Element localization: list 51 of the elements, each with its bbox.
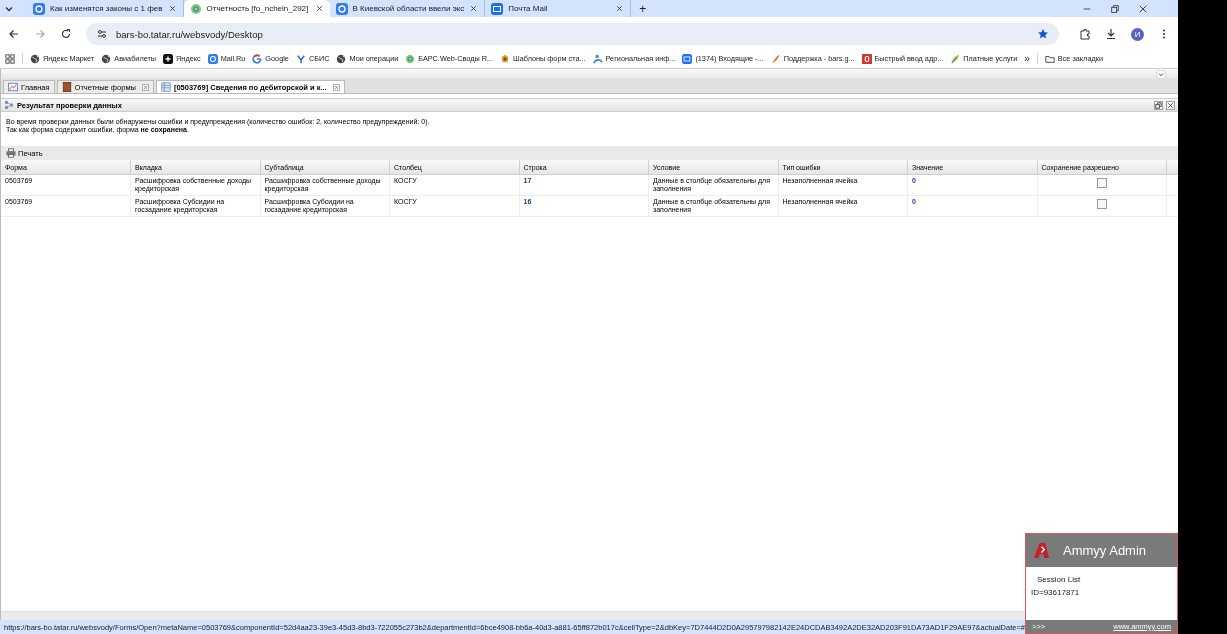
spreadsheet-icon — [160, 82, 171, 92]
globe-icon — [336, 53, 347, 64]
folder-icon — [1044, 53, 1055, 64]
swirl-icon — [405, 53, 416, 64]
ring-tile-icon — [861, 53, 872, 64]
globe-icon — [101, 53, 112, 64]
close-icon[interactable] — [1138, 3, 1148, 14]
nodes-icon — [4, 100, 14, 110]
browser-tab[interactable]: Почта Mail — [485, 0, 632, 17]
leaf-icon — [950, 53, 961, 64]
chart-icon — [8, 82, 18, 92]
book-icon — [61, 82, 72, 92]
printer-icon — [6, 148, 16, 158]
envelope-icon — [491, 2, 504, 15]
address-bar[interactable]: bars-bo.tatar.ru/websvody/Desktop — [86, 23, 1059, 45]
new-tab-button[interactable]: + — [639, 1, 647, 16]
close-icon[interactable] — [615, 4, 625, 13]
close-icon[interactable] — [469, 4, 479, 13]
download-icon[interactable] — [1105, 28, 1117, 40]
more-bookmarks-button[interactable]: » — [1024, 53, 1030, 64]
person-icon — [592, 53, 603, 64]
globe-icon — [30, 53, 40, 64]
session-list-link[interactable]: Session List — [1031, 575, 1172, 584]
chevron-down-icon[interactable] — [1156, 70, 1166, 79]
reload-icon[interactable] — [60, 28, 72, 40]
browser-tab[interactable]: Отчетность [fo_ncheln_292] — [183, 0, 330, 17]
emblem-icon — [500, 53, 511, 64]
browser-tab[interactable]: В Киевской области ввели экс — [329, 0, 486, 17]
letter-logo-icon — [1032, 542, 1051, 559]
envelope-icon — [682, 53, 693, 64]
star-icon[interactable] — [1037, 28, 1049, 40]
close-icon[interactable] — [314, 4, 324, 13]
close-icon[interactable] — [167, 4, 177, 13]
close-icon[interactable] — [1166, 100, 1175, 110]
back-arrow-icon[interactable] — [8, 28, 20, 40]
session-id: ID=93617871 — [1031, 588, 1081, 597]
restore-icon[interactable] — [1154, 100, 1163, 110]
checkbox[interactable] — [1096, 178, 1107, 188]
restore-icon[interactable] — [1110, 3, 1120, 14]
puzzle-icon[interactable] — [1079, 28, 1091, 40]
apps-grid-icon[interactable] — [5, 53, 15, 64]
feather-icon — [770, 53, 781, 64]
checkbox[interactable] — [1096, 199, 1107, 209]
popup-title: Ammyy Admin — [1063, 543, 1147, 558]
fork-icon — [295, 53, 306, 64]
ring-letter-icon — [252, 53, 263, 64]
site-settings-icon[interactable] — [96, 28, 108, 40]
swirl-icon — [189, 2, 202, 15]
plus-icon — [163, 53, 174, 64]
browser-tab[interactable]: Как изменятся законы с 1 фев — [27, 0, 184, 17]
profile-avatar[interactable]: И — [1131, 27, 1144, 41]
